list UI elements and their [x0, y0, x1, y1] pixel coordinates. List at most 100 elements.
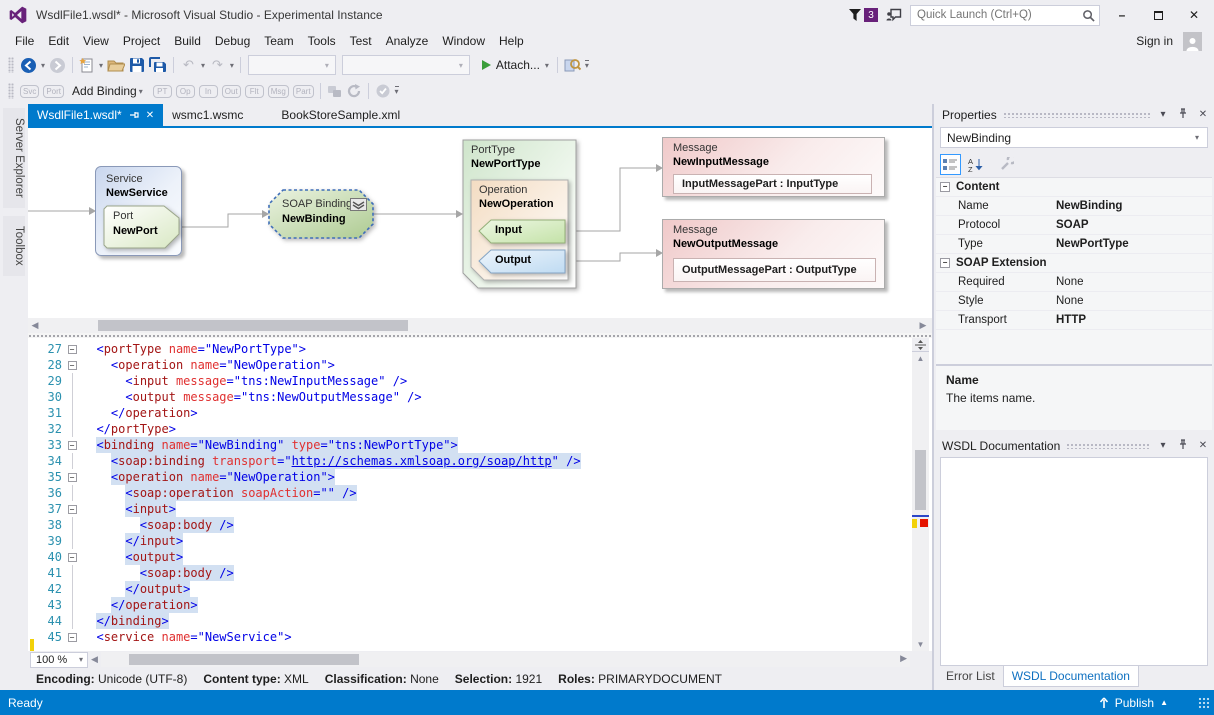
open-file-button[interactable] [105, 54, 127, 76]
scroll-right-icon[interactable]: ▶ [916, 318, 930, 333]
scroll-left-icon[interactable]: ◀ [28, 318, 42, 333]
category-collapse-icon[interactable]: − [940, 182, 950, 192]
save-button[interactable] [127, 54, 147, 76]
menu-test[interactable]: Test [343, 32, 379, 50]
add-part-button[interactable]: Part [293, 85, 314, 98]
pin-panel-icon-2[interactable] [1176, 439, 1190, 453]
operation-input-shape[interactable]: Input [478, 219, 566, 244]
code-line[interactable]: 45− <service name="NewService"> [28, 629, 910, 645]
code-line[interactable]: 32 </portType> [28, 421, 910, 437]
refresh-icon[interactable] [345, 80, 364, 102]
property-row[interactable]: TypeNewPortType [936, 235, 1212, 254]
add-operation-button[interactable]: Op [176, 85, 195, 98]
editor-hscroll-thumb[interactable] [129, 654, 359, 665]
wsdl-designer-canvas[interactable]: Service NewService Port NewPort [28, 128, 932, 318]
attach-button[interactable]: Attach... ▾ [479, 54, 553, 76]
menu-edit[interactable]: Edit [41, 32, 76, 50]
close-tab-icon[interactable]: ✕ [146, 110, 154, 121]
code-line[interactable]: 30 <output message="tns:NewOutputMessage… [28, 389, 910, 405]
wsdl-documentation-textarea[interactable] [940, 457, 1208, 666]
property-category-row[interactable]: −Content [936, 178, 1212, 197]
validate-icon[interactable] [373, 80, 393, 102]
redo-dropdown[interactable]: ▾ [230, 61, 234, 70]
fold-collapse-icon[interactable]: − [68, 361, 77, 370]
editor-hscrollbar[interactable]: ▶ [101, 652, 910, 667]
split-window-handle[interactable] [912, 338, 929, 352]
fold-collapse-icon[interactable]: − [68, 553, 77, 562]
property-row[interactable]: ProtocolSOAP [936, 216, 1212, 235]
back-dropdown[interactable]: ▾ [41, 61, 45, 70]
wsdl-documentation-tab[interactable]: WSDL Documentation [1003, 666, 1139, 687]
doc-tab-wsmc1[interactable]: wsmc1.wsmc [163, 104, 252, 126]
property-value[interactable]: SOAP [1056, 219, 1212, 231]
menu-help[interactable]: Help [492, 32, 531, 50]
close-panel-icon[interactable]: ✕ [1196, 109, 1210, 120]
input-message-part[interactable]: InputMessagePart : InputType [673, 174, 872, 194]
code-lines[interactable]: 27− <portType name="NewPortType">28− <op… [28, 341, 910, 645]
close-panel-icon-2[interactable]: ✕ [1196, 440, 1210, 451]
scroll-up-icon[interactable]: ▲ [917, 352, 925, 365]
quick-launch-input[interactable] [917, 9, 1082, 21]
undo-button[interactable]: ↶ [181, 54, 196, 76]
fold-collapse-icon[interactable]: − [68, 473, 77, 482]
properties-panel-title[interactable]: Properties ▾ ✕ [934, 104, 1214, 125]
alphabetical-sort-button[interactable]: AZ [965, 154, 986, 175]
property-value[interactable]: NewBinding [1056, 200, 1212, 212]
menu-tools[interactable]: Tools [301, 32, 343, 50]
property-category-row[interactable]: −SOAP Extension [936, 254, 1212, 273]
code-line[interactable]: 36 <soap:operation soapAction="" /> [28, 485, 910, 501]
hscroll-right-icon[interactable]: ▶ [897, 653, 910, 664]
code-line[interactable]: 41 <soap:body /> [28, 565, 910, 581]
pin-panel-icon[interactable] [1176, 108, 1190, 122]
editor-vscrollbar[interactable]: ▲ ▼ [912, 338, 929, 651]
menu-view[interactable]: View [76, 32, 116, 50]
code-line[interactable]: 27− <portType name="NewPortType"> [28, 341, 910, 357]
property-row[interactable]: NameNewBinding [936, 197, 1212, 216]
code-line[interactable]: 42 </output> [28, 581, 910, 597]
editor-zoom-select[interactable]: 100 %▾ [30, 652, 88, 668]
wsdl-toolbar-overflow[interactable]: ▾ [395, 86, 399, 96]
sign-in-link[interactable]: Sign in [1136, 34, 1173, 48]
menu-project[interactable]: Project [116, 32, 167, 50]
fold-collapse-icon[interactable]: − [68, 633, 77, 642]
navigate-back-button[interactable] [18, 54, 39, 76]
fold-collapse-icon[interactable]: − [68, 505, 77, 514]
code-line[interactable]: 37− <input> [28, 501, 910, 517]
navigate-forward-button[interactable] [47, 54, 68, 76]
menu-team[interactable]: Team [257, 32, 300, 50]
minimize-button[interactable]: – [1108, 4, 1136, 26]
error-list-tab[interactable]: Error List [938, 666, 1003, 686]
category-collapse-icon[interactable]: − [940, 258, 950, 268]
property-value[interactable]: NewPortType [1056, 238, 1212, 250]
output-message-part[interactable]: OutputMessagePart : OutputType [673, 258, 876, 282]
code-line[interactable]: 31 </operation> [28, 405, 910, 421]
toolbar-grip[interactable] [8, 57, 14, 73]
find-in-files-button[interactable] [562, 54, 583, 76]
fold-collapse-icon[interactable]: − [68, 345, 77, 354]
code-line[interactable]: 39 </input> [28, 533, 910, 549]
new-file-button[interactable] [77, 54, 97, 76]
add-binding-button[interactable]: Add Binding▾ [72, 84, 145, 98]
properties-grid[interactable]: −ContentNameNewBindingProtocolSOAPTypeNe… [936, 177, 1212, 330]
code-line[interactable]: 38 <soap:body /> [28, 517, 910, 533]
pin-icon[interactable] [129, 110, 139, 120]
code-line[interactable]: 29 <input message="tns:NewInputMessage" … [28, 373, 910, 389]
add-input-button[interactable]: In [199, 85, 218, 98]
hscroll-left-icon[interactable]: ◀ [88, 654, 101, 665]
menu-file[interactable]: File [8, 32, 41, 50]
publish-caret-icon[interactable]: ▲ [1160, 698, 1168, 707]
designer-hscrollbar[interactable]: ◀ ▶ [28, 318, 932, 333]
output-message-shape[interactable]: Message NewOutputMessage OutputMessagePa… [662, 219, 885, 289]
property-value[interactable]: None [1056, 276, 1212, 288]
platform-combo[interactable]: ▾ [342, 55, 470, 75]
window-position-icon-2[interactable]: ▾ [1156, 440, 1170, 451]
operation-output-shape[interactable]: Output [478, 249, 566, 274]
code-line[interactable]: 34 <soap:binding transport="http://schem… [28, 453, 910, 469]
doc-tab-wsdlfile1[interactable]: WsdlFile1.wsdl* ✕ [28, 104, 163, 126]
feedback-icon[interactable] [886, 8, 902, 22]
input-message-shape[interactable]: Message NewInputMessage InputMessagePart… [662, 137, 885, 197]
code-line[interactable]: 28− <operation name="NewOperation"> [28, 357, 910, 373]
code-line[interactable]: 43 </operation> [28, 597, 910, 613]
save-all-button[interactable] [147, 54, 169, 76]
xml-code-editor[interactable]: 27− <portType name="NewPortType">28− <op… [28, 338, 932, 651]
